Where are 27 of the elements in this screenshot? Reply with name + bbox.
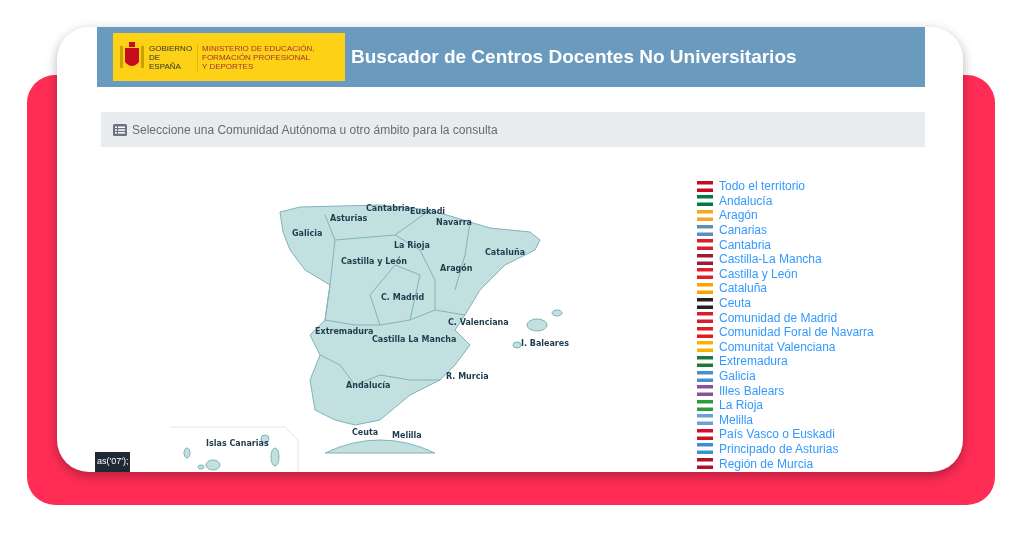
region-label[interactable]: C. Madrid [381, 293, 425, 302]
region-label[interactable]: Aragón [440, 264, 473, 273]
region-label[interactable]: Castilla y León [341, 257, 407, 266]
region-label[interactable]: La Rioja [394, 241, 430, 250]
region-label[interactable]: Extremadura [315, 327, 374, 336]
canary-islands-inset[interactable] [169, 426, 299, 472]
logo-text: MINISTERIO DE EDUCACIÓN, FORMACIÓN PROFESIONAL Y DEPORTES [197, 43, 315, 71]
page-title: Buscador de Centros Docentes No Universitarios [351, 44, 797, 69]
region-label[interactable]: Galicia [292, 229, 323, 238]
ministry-logo[interactable]: GOBIERNO DE ESPAÑA MINISTERIO DE EDUCACIÓN, FORMACIÓN PROFESIONAL Y DEPORTES [113, 33, 345, 81]
region-label[interactable]: Ceuta [352, 428, 379, 437]
region-label[interactable]: Melilla [392, 431, 422, 440]
region-label[interactable]: Asturias [330, 214, 368, 223]
list-icon [113, 123, 127, 136]
region-label[interactable]: Cataluña [485, 248, 526, 257]
region-label[interactable]: Euskadi [410, 207, 446, 216]
logo-text: GOBIERNO DE ESPAÑA [149, 43, 193, 71]
code-tooltip: as('07'); [95, 452, 131, 472]
region-label[interactable]: Islas Canarias [206, 439, 269, 448]
region-label[interactable]: R. Murcia [446, 372, 489, 381]
region-label[interactable]: Cantabria [366, 204, 410, 213]
region-label[interactable]: Navarra [436, 218, 472, 227]
region-label[interactable]: Castilla La Mancha [372, 335, 457, 344]
region-label[interactable]: Andalucía [346, 381, 391, 390]
region-label[interactable]: I. Baleares [521, 339, 569, 348]
region-label[interactable]: C. Valenciana [448, 318, 509, 327]
prompt-text: Seleccione una Comunidad Autónoma u otro ámbito para la consulta [132, 121, 498, 139]
